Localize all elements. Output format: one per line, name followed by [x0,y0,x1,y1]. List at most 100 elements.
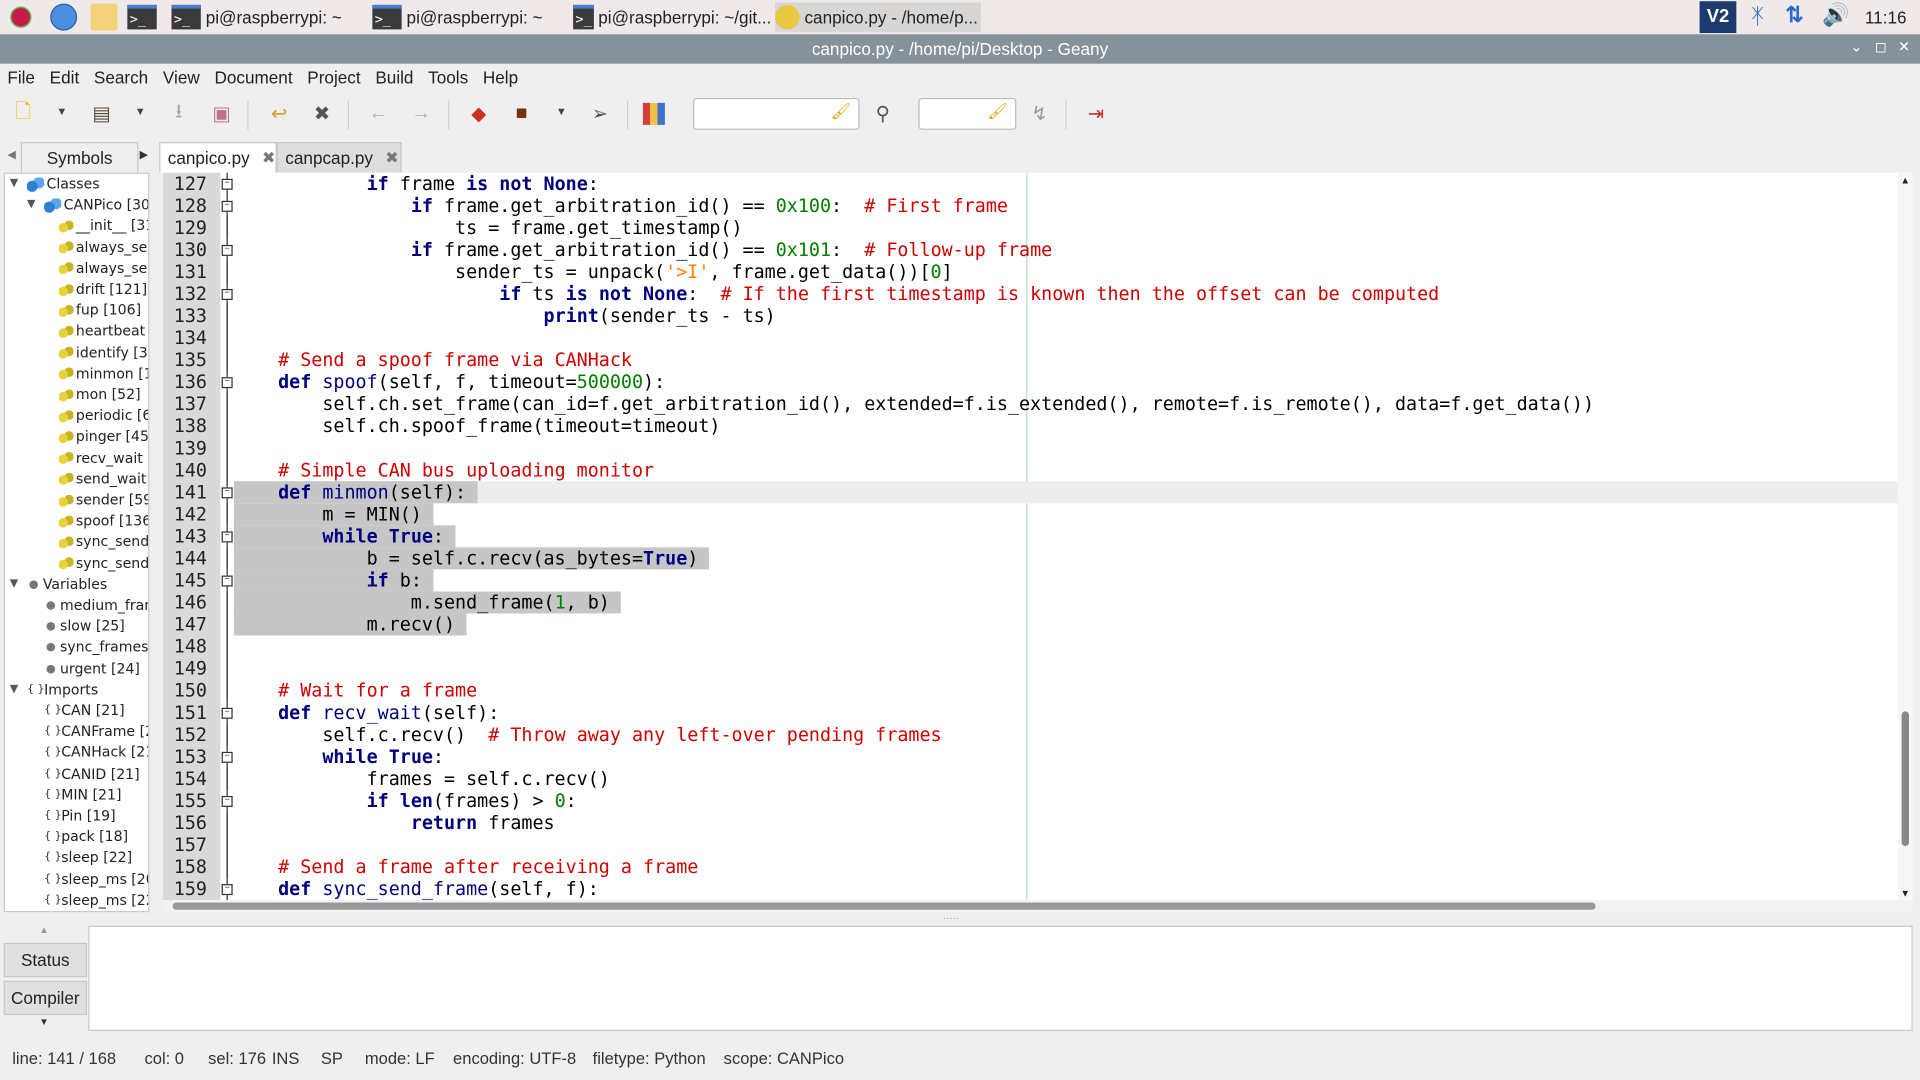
code-line[interactable]: frames = self.c.recv() [234,768,610,790]
fold-toggle-icon[interactable]: − [221,707,233,719]
tree-item-method[interactable]: always_send [58,258,148,279]
menu-edit[interactable]: Edit [42,65,86,92]
revert-icon[interactable]: ↩ [266,100,293,127]
scroll-right-icon[interactable]: ▶ [140,148,148,161]
menu-view[interactable]: View [156,65,208,92]
taskbar-task[interactable]: >_ pi@raspberrypi: ~ [372,2,556,31]
terminal-icon[interactable]: >_ [127,4,157,30]
web-browser-icon[interactable] [50,3,78,31]
fold-toggle-icon[interactable]: − [221,377,233,389]
tab-status[interactable]: Status [3,942,87,978]
fold-toggle-icon[interactable]: − [221,178,233,190]
tree-item-method[interactable]: send_wait [ [58,469,148,490]
fold-toggle-icon[interactable]: − [221,487,233,499]
search-input[interactable]: 🖌 [693,97,860,130]
code-line[interactable]: sender_ts = unpack('>I', frame.get_data(… [234,261,953,283]
vertical-scrollbar[interactable]: ▲ ▼ [1897,172,1913,901]
code-line[interactable]: self.ch.spoof_frame(timeout=timeout) [234,415,720,437]
code-line[interactable]: print(sender_ts - ts) [234,305,776,327]
code-line[interactable]: def sync_send_frame(self, f): [234,878,599,900]
code-line[interactable]: if frame.get_arbitration_id() == 0x100: … [234,195,1008,217]
tree-group-imports[interactable]: ▼{ } Imports [10,679,98,700]
scroll-down-icon[interactable]: ▼ [39,1016,49,1027]
tree-item-method[interactable]: recv_wait [1 [58,448,148,469]
tree-item-method[interactable]: __init__ [31] [58,216,148,237]
build-icon[interactable]: ■ [508,100,535,127]
message-window[interactable] [88,925,1913,1032]
tab-compiler[interactable]: Compiler [3,980,87,1016]
code-editor[interactable]: 127 − if frame is not None: 128 − if frame.… [162,172,1913,901]
compile-icon[interactable]: ◆ [465,100,492,127]
code-line[interactable]: m = MIN() [233,503,433,526]
code-line[interactable]: if b: [233,569,433,592]
code-line[interactable]: m.recv() [233,613,467,636]
chevron-down-icon[interactable]: ▼ [56,105,67,117]
code-line[interactable]: # Send a frame after receiving a frame [234,856,698,878]
fold-toggle-icon[interactable]: − [221,531,233,543]
code-line[interactable]: # Wait for a frame [234,680,477,702]
back-icon[interactable]: ← [365,100,392,127]
tree-item-import[interactable]: { } Pin [19] [44,806,116,827]
vnc-icon[interactable]: V2 [1699,1,1737,34]
fold-toggle-icon[interactable]: − [221,751,233,763]
close-tab-icon[interactable]: ✖ [385,148,398,168]
save-all-icon[interactable]: ▣ [208,100,235,127]
code-line[interactable]: m.send_frame(1, b) [233,591,621,614]
tree-item-method[interactable]: sync_send_ [58,553,148,574]
menu-document[interactable]: Document [207,65,300,92]
clear-icon[interactable]: 🖌 [831,102,851,122]
chevron-down-icon[interactable]: ▼ [135,105,146,117]
fold-toggle-icon[interactable]: − [221,795,233,807]
code-line[interactable]: if ts is not None: # If the first timest… [234,283,1439,305]
tree-item-import[interactable]: { }sleep_ms [20] [44,869,148,890]
taskbar-task[interactable]: >_ pi@raspberrypi: ~ [171,2,355,31]
tab-canpico[interactable]: canpico.py ✖ [159,142,277,173]
code-line[interactable]: def minmon(self): [233,481,478,504]
fold-toggle-icon[interactable]: − [221,884,233,896]
tab-canpcap[interactable]: canpcap.py ✖ [276,142,402,173]
file-manager-icon[interactable] [90,3,118,31]
tree-item-import[interactable]: { } sleep [22] [44,848,132,869]
fold-toggle-icon[interactable]: − [221,288,233,301]
tree-item-import[interactable]: { } CAN [21] [44,700,125,721]
tree-item-import[interactable]: { } CANID [21] [44,764,140,785]
code-line[interactable]: self.c.recv() # Throw away any left-over… [234,724,941,746]
open-file-icon[interactable]: ▤ [88,100,115,127]
expander-icon[interactable]: ▼ [10,679,25,700]
close-tab-icon[interactable]: ✖ [262,148,275,168]
menu-file[interactable]: File [0,65,42,92]
code-line[interactable]: return frames [234,812,555,834]
tab-symbols[interactable]: Symbols [20,142,139,173]
scroll-up-icon[interactable]: ▲ [39,924,49,935]
new-file-icon[interactable]: 🗋 [10,100,37,127]
code-line[interactable]: # Send a spoof frame via CANHack [234,349,632,371]
scroll-down-icon[interactable]: ▼ [1900,888,1910,899]
expander-icon[interactable]: ▼ [10,174,25,195]
code-line[interactable]: while True: [233,525,456,548]
volume-icon[interactable]: 🔊 [1822,2,1849,28]
tree-item-method[interactable]: spoof [136] [58,511,148,532]
maximize-icon[interactable]: ◻ [1875,38,1887,55]
tree-item-method[interactable]: heartbeat [ [58,321,148,342]
tree-item-method[interactable]: fup [106] [58,300,141,321]
scroll-up-icon[interactable]: ▲ [1900,175,1910,186]
tree-item-variable[interactable]: urgent [24] [44,658,140,679]
code-line[interactable]: while True: [234,746,444,768]
taskbar-task-active[interactable]: canpico.py - /home/p... [775,2,981,32]
code-line[interactable]: def recv_wait(self): [234,702,499,724]
tree-item-method[interactable]: drift [121] [58,279,147,300]
code-line[interactable]: if frame is not None: [234,173,599,195]
goto-line-input[interactable]: 🖌 [918,97,1017,130]
forward-icon[interactable]: → [408,100,435,127]
code-line[interactable]: if len(frames) > 0: [234,790,577,812]
color-chooser-icon[interactable] [642,102,665,125]
horizontal-scrollbar[interactable] [162,900,1913,913]
clear-icon[interactable]: 🖌 [988,102,1008,122]
tree-item-variable[interactable]: sync_frames [2 [44,637,148,658]
tree-item-method[interactable]: pinger [45] [58,427,148,448]
fold-toggle-icon[interactable]: − [221,200,233,212]
menu-build[interactable]: Build [368,65,421,92]
tree-item-method[interactable]: always_send [58,237,148,258]
menu-search[interactable]: Search [87,65,156,92]
tree-item-import[interactable]: { } MIN [21] [44,785,121,806]
